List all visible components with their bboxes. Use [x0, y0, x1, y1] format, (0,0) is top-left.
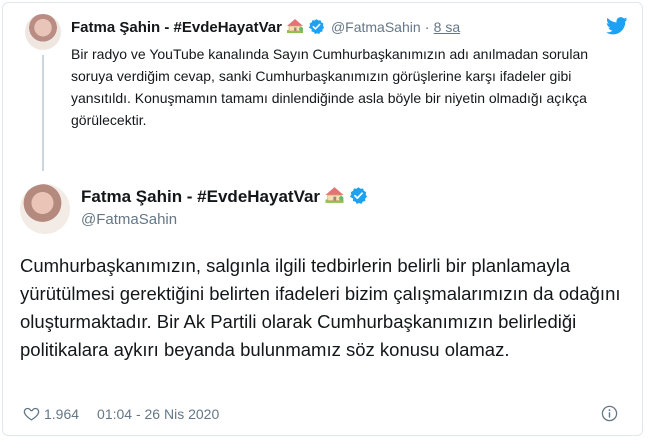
- author-handle[interactable]: @FatmaSahin: [81, 211, 177, 228]
- twitter-bird-icon[interactable]: [606, 17, 628, 35]
- heart-icon[interactable]: [23, 405, 40, 422]
- separator-dot: ·: [424, 19, 430, 36]
- thread-line: [42, 55, 44, 171]
- main-tweet-text: Cumhurbaşkanımızın, salgınla ilgili tedb…: [20, 255, 621, 360]
- tweet-card: Fatma Şahin - #EvdeHayatVar @FatmaSahin · 8…: [2, 2, 643, 436]
- info-icon[interactable]: [601, 405, 618, 422]
- avatar[interactable]: [20, 184, 70, 234]
- house-with-garden-icon: [286, 19, 303, 33]
- house-with-garden-icon: [325, 187, 344, 203]
- reply-tweet-text: Bir radyo ve YouTube kanalında Sayın Cum…: [71, 46, 589, 128]
- main-tweet-author[interactable]: Fatma Şahin - #EvdeHayatVar: [81, 186, 368, 207]
- author-name[interactable]: Fatma Şahin - #EvdeHayatVar: [81, 187, 320, 206]
- tweet-time[interactable]: 8 sa: [434, 19, 460, 35]
- tweet-footer: 1.964 01:04 - 26 Nis 2020: [23, 405, 219, 422]
- verified-badge-icon: [308, 19, 325, 35]
- tweet-timestamp[interactable]: 01:04 - 26 Nis 2020: [97, 406, 219, 422]
- reply-tweet-header: Fatma Şahin - #EvdeHayatVar @FatmaSahin · 8…: [71, 18, 460, 36]
- author-name[interactable]: Fatma Şahin - #EvdeHayatVar: [71, 19, 282, 36]
- avatar[interactable]: [25, 14, 61, 50]
- verified-badge-icon: [349, 187, 368, 204]
- author-handle[interactable]: @FatmaSahin: [331, 19, 421, 35]
- like-count[interactable]: 1.964: [44, 406, 79, 422]
